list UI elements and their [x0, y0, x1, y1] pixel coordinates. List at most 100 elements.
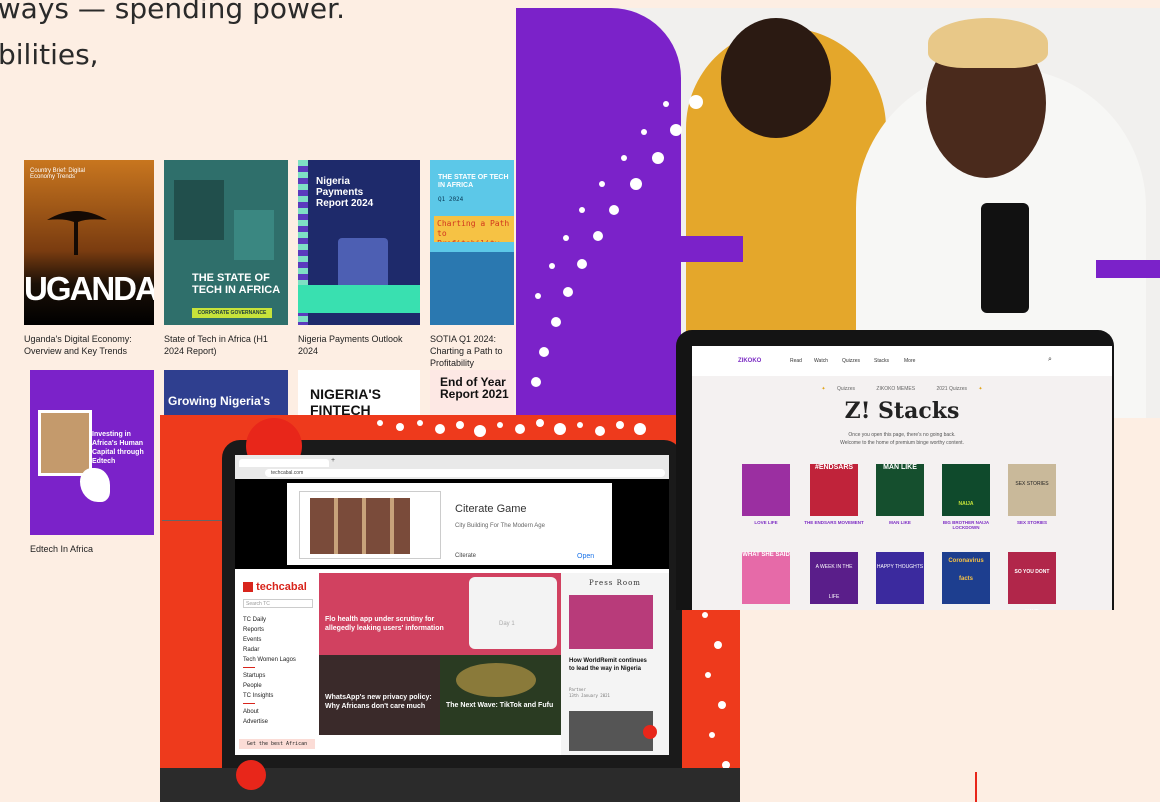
- newsletter-cta[interactable]: Get the best African: [239, 739, 315, 749]
- report-cover[interactable]: Nigeria Payments Report 2024: [298, 160, 420, 325]
- star-icon: ✦: [821, 386, 826, 392]
- browser-tab[interactable]: [239, 459, 329, 467]
- zikoko-navbar: ZIKOKO Read Watch Quizzes Stacks More ⌕: [692, 346, 1112, 376]
- purple-bar: [681, 236, 743, 262]
- press-image[interactable]: [569, 595, 653, 649]
- techcabal-logo[interactable]: techcabal: [243, 581, 307, 593]
- story-headline: Flo health app under scrutiny for allege…: [325, 616, 444, 632]
- cover-title: NIGERIA'S FINTECH: [310, 386, 382, 415]
- report-caption: Uganda's Digital Economy: Overview and K…: [24, 334, 132, 356]
- sidebar: techcabal Search TC TC Daily Reports Eve…: [235, 573, 319, 755]
- notification-bell-icon[interactable]: [643, 725, 657, 739]
- ad-open-button[interactable]: Open: [577, 553, 594, 560]
- sidebar-nav: TC Daily Reports Events Radar Tech Women…: [243, 615, 319, 727]
- cover-subtitle: Country Brief: Digital Economy Trends: [30, 168, 86, 180]
- photo-placeholder: [38, 410, 92, 476]
- accent-line: [975, 772, 977, 802]
- nav-item[interactable]: Read: [790, 358, 802, 364]
- stack-tile[interactable]: SO YOU DONT HAVE: [1008, 552, 1056, 610]
- page-title: Z! Stacks: [844, 398, 960, 424]
- nav-item[interactable]: TC Daily: [243, 615, 319, 625]
- press-headline[interactable]: How WorldRemit continues to lead the way…: [569, 657, 649, 673]
- subnav-item[interactable]: 2021 Quizzes: [936, 386, 967, 392]
- cover-tag: CORPORATE GOVERNANCE: [192, 308, 272, 318]
- report-card[interactable]: THE STATE OF TECH IN AFRICA Q1 2024 Char…: [430, 160, 514, 369]
- stack-tile[interactable]: A WEEK IN THE LIFE: [810, 552, 858, 604]
- africa-map-icon: [80, 468, 110, 502]
- press-image[interactable]: [569, 711, 653, 751]
- nav-item[interactable]: Stacks: [874, 358, 889, 364]
- woman-hair: [721, 18, 831, 138]
- address-bar[interactable]: techcabal.com: [265, 469, 665, 477]
- stack-tile[interactable]: #ENDSARS: [810, 464, 858, 516]
- cover-quarter: Q1 2024: [438, 196, 464, 203]
- tree-silhouette-icon: [47, 211, 107, 255]
- subnav-item[interactable]: Quizzes: [837, 386, 855, 392]
- story-card-whatsapp[interactable]: WhatsApp's new privacy policy: Why Afric…: [319, 655, 440, 735]
- stack-tile[interactable]: Coronavirus facts: [942, 552, 990, 604]
- nav-item[interactable]: People: [243, 681, 319, 691]
- illustration-block: [430, 252, 514, 325]
- red-circle-decoration: [236, 760, 266, 790]
- report-card[interactable]: Country Brief: Digital Economy Trends UG…: [24, 160, 154, 357]
- stack-tile[interactable]: HAPPY THOUGHTS: [876, 552, 924, 604]
- report-cover[interactable]: Growing Nigeria's: [164, 370, 288, 415]
- search-input[interactable]: Search TC: [243, 599, 313, 608]
- cover-title: Nigeria Payments Report 2024: [316, 176, 374, 209]
- report-cover[interactable]: THE STATE OF TECH IN AFRICA CORPORATE GO…: [164, 160, 288, 325]
- ad-banner: Citerate Game City Building For The Mode…: [235, 479, 669, 569]
- nav-item[interactable]: Quizzes: [842, 358, 860, 364]
- ad-image: [299, 491, 441, 559]
- star-icon: ✦: [978, 386, 983, 392]
- report-cover[interactable]: THE STATE OF TECH IN AFRICA Q1 2024 Char…: [430, 160, 514, 325]
- pattern-band: [298, 285, 420, 313]
- illustration-block: [234, 210, 274, 260]
- food-photo: [456, 663, 536, 697]
- search-icon[interactable]: ⌕: [1048, 356, 1052, 364]
- stack-label[interactable]: THE ENDSARS MOVEMENT: [800, 520, 868, 525]
- stack-tile[interactable]: WHAT SHE SAID: [742, 552, 790, 604]
- nav-item[interactable]: Reports: [243, 625, 319, 635]
- report-caption: SOTIA Q1 2024: Charting a Path to Profit…: [430, 334, 503, 368]
- stack-tile[interactable]: NAIJA: [942, 464, 990, 516]
- report-card[interactable]: NIGERIA'S FINTECH: [298, 370, 420, 415]
- report-card[interactable]: Investing in Africa's Human Capital thro…: [30, 370, 154, 555]
- zikoko-logo[interactable]: ZIKOKO: [738, 358, 761, 364]
- report-card[interactable]: THE STATE OF TECH IN AFRICA CORPORATE GO…: [164, 160, 288, 357]
- nav-item[interactable]: Radar: [243, 645, 319, 655]
- stack-tile[interactable]: MAN LIKE: [876, 464, 924, 516]
- nav-item[interactable]: More: [904, 358, 915, 364]
- nav-item[interactable]: Watch: [814, 358, 828, 364]
- stack-label[interactable]: MAN LIKE: [866, 520, 934, 525]
- stack-label[interactable]: BIG BROTHER NAIJA LOCKDOWN: [932, 520, 1000, 530]
- hero-line-1: lways — spending power.: [0, 0, 345, 25]
- report-cover[interactable]: NIGERIA'S FINTECH: [298, 370, 420, 415]
- ad-card[interactable]: Citerate Game City Building For The Mode…: [287, 483, 612, 565]
- nav-item[interactable]: About: [243, 707, 319, 717]
- report-card[interactable]: End of Year Report 2021: [430, 370, 514, 415]
- cover-banner: Charting a Path to Profitability: [434, 216, 514, 242]
- report-cover[interactable]: Country Brief: Digital Economy Trends UG…: [24, 160, 154, 325]
- stack-label[interactable]: SEX STORIES: [998, 520, 1066, 525]
- page-subtitle: Once you open this page, there's no goin…: [848, 432, 956, 438]
- story-card-tiktok[interactable]: The Next Wave: TikTok and Fufu: [440, 655, 561, 735]
- press-room-title: Press Room: [589, 579, 641, 587]
- browser-chrome: + techcabal.com: [235, 455, 669, 479]
- stack-tile[interactable]: SEX STORIES: [1008, 464, 1056, 516]
- report-card[interactable]: Nigeria Payments Report 2024 Nigeria Pay…: [298, 160, 420, 357]
- subnav-item[interactable]: ZIKOKO MEMES: [876, 386, 915, 392]
- report-cover[interactable]: End of Year Report 2021: [430, 370, 514, 415]
- nav-item[interactable]: Advertise: [243, 717, 319, 727]
- report-card[interactable]: Growing Nigeria's: [164, 370, 288, 415]
- nav-item[interactable]: Events: [243, 635, 319, 645]
- new-tab-button[interactable]: +: [331, 457, 335, 464]
- report-cover[interactable]: Investing in Africa's Human Capital thro…: [30, 370, 154, 535]
- stack-tile[interactable]: [742, 464, 790, 516]
- nav-item[interactable]: Startups: [243, 671, 319, 681]
- nav-item[interactable]: Tech Women Lagos: [243, 655, 319, 665]
- buildings-illustration: [310, 498, 410, 554]
- hero-text: lways — spending power. bilities,: [0, 0, 345, 78]
- stack-label[interactable]: LOVE LIFE: [732, 520, 800, 525]
- nav-item[interactable]: TC Insights: [243, 691, 319, 701]
- story-card-flo[interactable]: Day 1 Flo health app under scrutiny for …: [319, 573, 561, 655]
